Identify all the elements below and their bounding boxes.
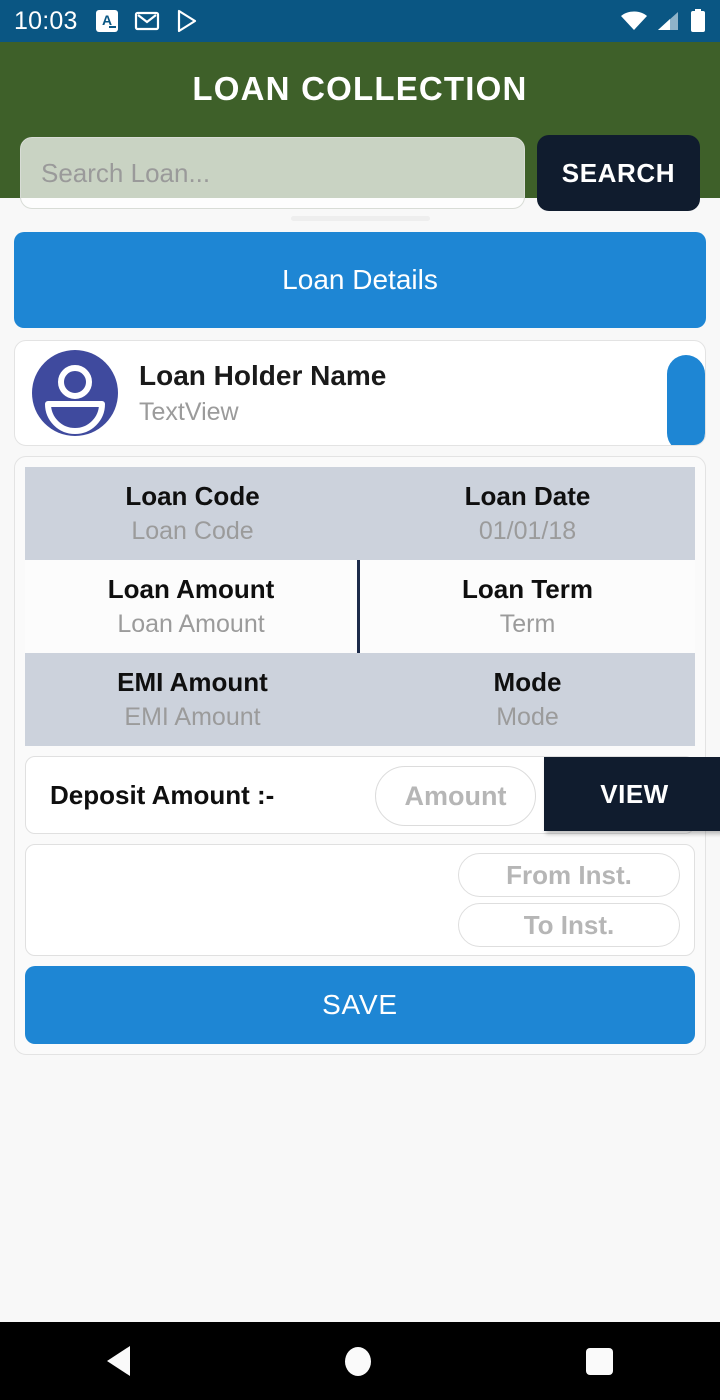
gmail-icon [134, 11, 159, 31]
status-bar: 10:03 A [0, 0, 720, 42]
loan-info-grid: Loan Code Loan Code Loan Date 01/01/18 L… [25, 467, 695, 746]
emi-amount-label: EMI Amount [117, 667, 268, 697]
loan-holder-text: Loan Holder Name TextView [139, 360, 386, 427]
page-title: LOAN COLLECTION [192, 70, 528, 107]
home-circle-icon[interactable] [344, 1346, 371, 1376]
mode-cell[interactable]: Mode Mode [360, 653, 695, 746]
battery-icon [691, 9, 705, 32]
loan-amount-label: Loan Amount [107, 574, 275, 604]
loan-code-cell[interactable]: Loan Code Loan Code [25, 467, 360, 560]
app-screen: 10:03 A LOAN COLLECTION Search Loan... S… [0, 0, 720, 1400]
mode-label: Mode [493, 667, 562, 697]
wifi-icon [621, 11, 647, 30]
play-store-icon [177, 9, 196, 33]
loan-amount-cell[interactable]: Loan Amount Loan Amount [25, 560, 360, 653]
save-button[interactable]: SAVE [25, 966, 695, 1044]
deposit-amount-label: Deposit Amount :- [50, 779, 275, 810]
status-bar-clock: 10:03 [14, 6, 78, 35]
loan-holder-side-button[interactable] [667, 355, 705, 445]
android-navigation-bar [0, 1322, 720, 1400]
loan-term-cell[interactable]: Loan Term Term [360, 560, 695, 653]
emi-amount-cell[interactable]: EMI Amount EMI Amount [25, 653, 360, 746]
deposit-amount-input[interactable] [375, 766, 536, 826]
loan-holder-subtitle: TextView [139, 397, 239, 426]
emi-amount-value: EMI Amount [124, 703, 261, 731]
loan-details-banner-label: Loan Details [282, 264, 438, 295]
loan-holder-card[interactable]: Loan Holder Name TextView [14, 340, 706, 446]
to-installment-input[interactable] [458, 903, 680, 947]
view-button[interactable]: VIEW [544, 757, 720, 831]
from-installment-input[interactable] [458, 853, 680, 897]
loan-term-value: Term [499, 610, 556, 638]
status-bar-system-icons [620, 9, 706, 33]
loan-term-label: Loan Term [462, 574, 593, 604]
table-row: Loan Amount Loan Amount Loan Term Term [25, 560, 695, 653]
search-button[interactable]: SEARCH [537, 135, 700, 211]
svg-text:A: A [102, 12, 112, 28]
loan-date-cell[interactable]: Loan Date 01/01/18 [360, 467, 695, 560]
loan-date-value: 01/01/18 [478, 517, 577, 545]
loan-form-card: Loan Code Loan Code Loan Date 01/01/18 L… [14, 456, 720, 1055]
loan-details-banner[interactable]: Loan Details [14, 232, 706, 328]
main-content: Loan Details Loan Holder Name TextView L… [0, 232, 720, 1055]
person-avatar-icon [32, 350, 118, 436]
search-bar: SEARCH [0, 135, 720, 211]
header-divider [291, 216, 430, 221]
loan-amount-value: Loan Amount [117, 610, 265, 638]
recents-square-icon[interactable] [585, 1347, 613, 1375]
translate-icon: A [95, 10, 118, 32]
table-row: EMI Amount EMI Amount Mode Mode [25, 653, 695, 746]
deposit-amount-row: Deposit Amount :- VIEW [25, 756, 720, 834]
search-input[interactable] [20, 137, 525, 209]
loan-code-label: Loan Code [125, 481, 260, 511]
loan-date-label: Loan Date [464, 481, 591, 511]
installment-range-row [25, 844, 695, 956]
back-triangle-icon[interactable] [107, 1346, 131, 1376]
loan-holder-name: Loan Holder Name [139, 359, 387, 391]
table-row: Loan Code Loan Code Loan Date 01/01/18 [25, 467, 695, 560]
loan-code-value: Loan Code [131, 517, 254, 545]
status-bar-notification-icons: A [94, 8, 620, 34]
cell-signal-icon [658, 12, 678, 30]
mode-value: Mode [496, 703, 559, 731]
